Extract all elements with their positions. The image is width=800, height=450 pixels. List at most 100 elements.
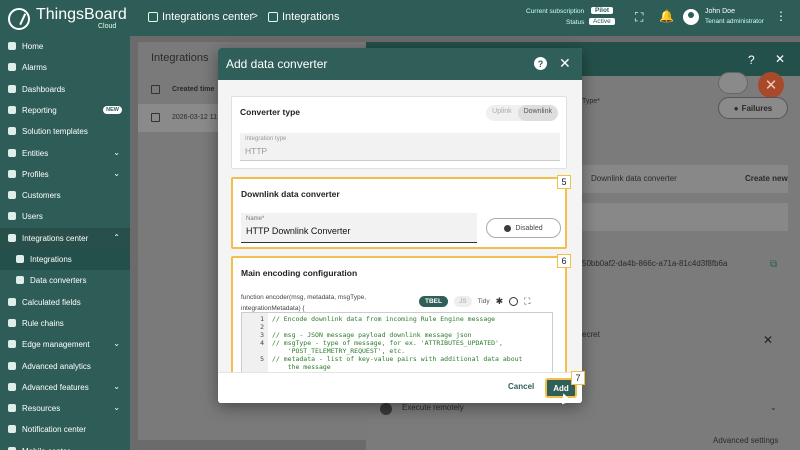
code-editor[interactable]: 1 // Encode downlink data from incoming R… <box>241 312 553 372</box>
js-toggle[interactable]: JS <box>453 296 472 307</box>
breadcrumb-separator-icon: > <box>252 11 258 22</box>
sidebar-item-reporting[interactable]: Reporting NEW <box>0 100 130 121</box>
close-fab-icon[interactable]: ✕ <box>758 72 784 98</box>
cancel-button[interactable]: Cancel <box>508 382 534 391</box>
row-created-time: 2026-03-12 11: <box>172 114 219 121</box>
sidebar-item-label: Reporting <box>22 105 57 115</box>
converter-direction-toggle[interactable]: Uplink Downlink <box>486 105 558 121</box>
sidebar-item-label: Dashboards <box>22 84 66 94</box>
execute-remotely-toggle[interactable] <box>380 403 392 415</box>
type-label: Type* <box>582 98 600 105</box>
help-icon[interactable]: ? <box>748 53 755 67</box>
tbel-toggle[interactable]: TBEL <box>419 296 448 307</box>
failures-icon: ● <box>733 103 739 113</box>
sidebar-item-dashboards[interactable]: Dashboards <box>0 79 130 100</box>
close-icon[interactable]: ✕ <box>559 55 571 72</box>
line-number: 4 <box>260 339 264 347</box>
sidebar-item-label: Alarms <box>22 63 47 73</box>
line-number: 3 <box>260 331 264 339</box>
sidebar-item-label: Entities <box>22 148 49 158</box>
user-role: Tenant administrator <box>705 18 764 25</box>
edge-icon <box>8 340 16 349</box>
sidebar-item-label: Customers <box>22 191 61 201</box>
subscription-value[interactable]: Pilot <box>591 7 614 14</box>
sidebar-item-label: Data converters <box>30 276 87 286</box>
sidebar-item-resources[interactable]: Resources ⌄ <box>0 398 130 419</box>
sidebar-item-integrations-center[interactable]: Integrations center ⌃ <box>0 227 130 249</box>
sidebar-item-entities[interactable]: Entities ⌄ <box>0 143 130 164</box>
converter-icon <box>16 276 24 285</box>
fullscreen-icon[interactable]: ⛶ <box>635 10 643 25</box>
chevron-down-icon: ⌄ <box>113 403 120 413</box>
row-checkbox[interactable] <box>151 113 160 122</box>
chevron-down-icon: ⌄ <box>113 381 120 391</box>
code-line: 3 // msg - JSON message payload downlink … <box>242 331 552 339</box>
select-all-checkbox[interactable] <box>151 85 160 94</box>
brand-sub: Cloud <box>98 23 117 30</box>
notification-icon <box>8 425 16 434</box>
dialog-title: Add data converter <box>226 57 328 71</box>
plug-icon <box>16 255 24 263</box>
sidebar-item-advanced-analytics[interactable]: Advanced analytics <box>0 356 130 377</box>
code-line: 'POST_TELEMETRY_REQUEST', etc. <box>242 347 552 355</box>
notification-bell-icon[interactable]: 🔔 <box>659 9 674 23</box>
code-line: 2 <box>242 323 552 331</box>
status-badge: Active <box>589 18 615 25</box>
folder-icon <box>8 404 16 413</box>
name-input[interactable]: Name* HTTP Downlink Converter <box>241 213 477 243</box>
bug-icon[interactable]: ✱ <box>496 296 504 307</box>
help-icon[interactable]: ? <box>534 57 547 70</box>
debug-mode-label: Disabled <box>515 224 543 232</box>
subscription-label: Current subscription <box>526 8 585 15</box>
sidebar-item-label: Advanced features <box>22 382 89 392</box>
line-number: 5 <box>260 355 264 363</box>
grid-icon <box>8 84 16 93</box>
sidebar-item-calculated-fields[interactable]: Calculated fields <box>0 292 130 313</box>
close-panel-icon[interactable]: ✕ <box>775 52 785 66</box>
fullscreen-icon[interactable]: ⛶ <box>524 296 530 307</box>
code-text: // Encode downlink data from incoming Ru… <box>272 315 496 323</box>
sidebar-item-alarms[interactable]: Alarms <box>0 57 130 78</box>
sidebar-item-solution-templates[interactable]: Solution templates <box>0 121 130 142</box>
sidebar-item-users[interactable]: Users <box>0 206 130 227</box>
sidebar-item-edge-management[interactable]: Edge management ⌄ <box>0 334 130 355</box>
debug-mode-button[interactable]: Disabled <box>486 218 561 238</box>
code-text: 'POST_TELEMETRY_REQUEST', etc. <box>272 347 406 355</box>
secret-label: ecret <box>582 330 600 339</box>
sidebar-item-notification-center[interactable]: Notification center <box>0 419 130 440</box>
status-label: Status <box>566 19 585 26</box>
sidebar-item-customers[interactable]: Customers <box>0 185 130 206</box>
bell-icon <box>8 63 16 72</box>
avatar[interactable] <box>683 9 699 25</box>
sidebar-item-profiles[interactable]: Profiles ⌄ <box>0 164 130 185</box>
sidebar-item-home[interactable]: Home <box>0 36 130 57</box>
thingsboard-logo-icon[interactable] <box>8 8 30 30</box>
sidebar-item-label: Profiles <box>22 169 49 179</box>
tidy-button[interactable]: Tidy <box>478 298 490 305</box>
breadcrumb-integrations-center[interactable]: Integrations center <box>162 11 253 23</box>
code-text: // metadata - list of key-value pairs wi… <box>272 355 523 363</box>
sidebar-item-rule-chains[interactable]: Rule chains <box>0 313 130 334</box>
copy-icon[interactable]: ⧉ <box>770 259 777 270</box>
sidebar-item-data-converters[interactable]: Data converters <box>0 270 130 291</box>
remove-icon[interactable]: ✕ <box>763 333 773 347</box>
chevron-button[interactable] <box>718 72 748 94</box>
sidebar-item-advanced-features[interactable]: Advanced features ⌄ <box>0 377 130 398</box>
create-new-link[interactable]: Create new <box>745 174 788 183</box>
help-circle-icon[interactable] <box>509 297 519 306</box>
name-value: HTTP Downlink Converter <box>246 226 351 236</box>
advanced-settings-label[interactable]: Advanced settings <box>713 436 778 445</box>
more-vert-icon[interactable]: ⋮ <box>775 9 787 23</box>
failures-label: Failures <box>741 103 773 113</box>
failures-button[interactable]: ● Failures <box>718 97 788 119</box>
customers-icon <box>8 191 16 200</box>
chevron-down-icon: ⌄ <box>113 147 120 157</box>
chevron-down-icon[interactable]: ⌄ <box>770 403 777 412</box>
sidebar-item-label: Solution templates <box>22 127 88 137</box>
uplink-option[interactable]: Uplink <box>486 105 517 121</box>
sidebar-item-mobile-center[interactable]: Mobile center <box>0 441 130 450</box>
sidebar-item-integrations[interactable]: Integrations <box>0 249 130 270</box>
downlink-option[interactable]: Downlink <box>517 105 558 121</box>
column-header-created[interactable]: Created time <box>172 86 214 93</box>
chevron-up-icon: ⌃ <box>113 232 120 242</box>
